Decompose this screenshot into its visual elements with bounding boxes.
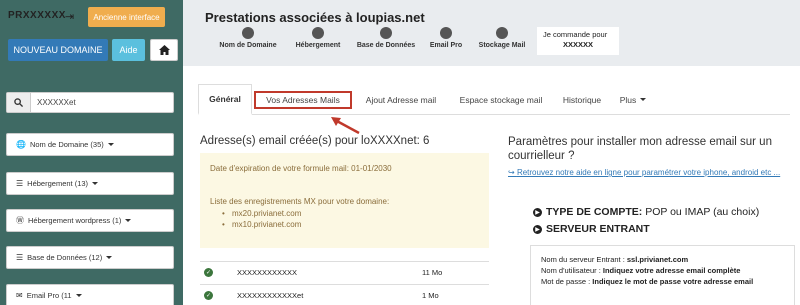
order-label: Je commande pour: [543, 30, 608, 39]
database-icon: [380, 27, 392, 39]
caret-down-icon: [125, 219, 132, 222]
info-box: Date d'expiration de votre formule mail:…: [200, 153, 489, 248]
email-size: 1 Mo: [422, 291, 439, 300]
caret-down-icon: [92, 182, 99, 185]
archive-icon: [496, 27, 508, 39]
arrow-circle-right-icon: ▶: [533, 207, 542, 217]
help-link-text[interactable]: Retrouvez notre aide en ligne pour param…: [517, 168, 780, 177]
help-button[interactable]: Aide: [112, 39, 145, 61]
server-settings-box: Nom du serveur Entrant : ssl.privianet.c…: [530, 245, 795, 305]
sidebar-item-label: Hébergement wordpress (1): [28, 216, 122, 225]
tab-history[interactable]: Historique: [560, 84, 604, 115]
email-count-title: Adresse(s) email créée(s) pour loXXXXnet…: [200, 135, 430, 147]
envelope-icon: [440, 27, 452, 39]
wordpress-icon: Ⓦ: [16, 216, 24, 225]
brand-name: PRXXXXXX: [8, 10, 66, 21]
email-size: 11 Mo: [422, 268, 443, 277]
topnav-email-pro[interactable]: Email Pro: [424, 27, 468, 55]
settings-title: Paramètres pour installer mon adresse em…: [508, 136, 772, 162]
incoming-server: ▶ SERVEUR ENTRANT: [533, 223, 650, 235]
password-label: Mot de passe :: [541, 277, 591, 286]
topnav-label: Hébergement: [295, 42, 341, 49]
topnav-mail-storage[interactable]: Stockage Mail: [472, 27, 532, 55]
caret-down-icon: [75, 294, 82, 297]
topnav-database[interactable]: Base de Données: [350, 27, 422, 55]
new-domain-button[interactable]: NOUVEAU DOMAINE: [8, 39, 108, 61]
username-label: Nom d'utilisateur :: [541, 266, 601, 275]
email-address: XXXXXXXXXXXXet: [237, 291, 304, 300]
account-type-label: TYPE DE COMPTE:: [546, 206, 643, 218]
table-row[interactable]: ✓ XXXXXXXXXXXX 11 Mo: [200, 261, 489, 283]
topnav-domain[interactable]: Nom de Domaine: [214, 27, 282, 55]
password-value: Indiquez le mot de passe votre adresse e…: [592, 277, 754, 286]
server-icon: [312, 27, 324, 39]
external-link-icon: ↪: [508, 168, 517, 177]
topnav-label: Nom de Domaine: [219, 42, 277, 49]
order-target: XXXXXX: [562, 40, 593, 49]
sidebar-item-label: Hébergement (13): [27, 179, 89, 188]
caret-down-icon: [106, 256, 113, 259]
topnav-label: Email Pro: [429, 42, 463, 49]
tab-bar: Général Vos Adresses Mails Ajout Adresse…: [198, 84, 790, 115]
incoming-server-label: SERVEUR ENTRANT: [546, 223, 650, 235]
account-type: ▶ TYPE DE COMPTE: POP ou IMAP (au choix): [533, 206, 759, 218]
mx-list: mx20.privianet.com mx10.privianet.com: [210, 208, 479, 230]
sidebar-item-domain[interactable]: 🌐 Nom de Domaine (35): [6, 133, 174, 156]
search-box[interactable]: XXXXXXet: [6, 92, 174, 113]
server-name-value: ssl.privianet.com: [626, 255, 689, 264]
sidebar-item-label: Base de Données (12): [27, 253, 103, 262]
home-icon: [158, 45, 170, 55]
caret-down-icon: [107, 143, 114, 146]
tab-add-email[interactable]: Ajout Adresse mail: [361, 84, 441, 115]
sidebar-item-label: Nom de Domaine (35): [29, 140, 104, 149]
topnav-label: Stockage Mail: [478, 42, 526, 49]
topnav-hosting[interactable]: Hébergement: [287, 27, 349, 55]
globe-icon: [242, 27, 254, 39]
topnav-label: Base de Données: [356, 42, 416, 49]
logout-icon[interactable]: ⇥: [65, 10, 74, 23]
check-circle-icon: ✓: [204, 268, 213, 277]
email-address: XXXXXXXXXXXX: [237, 268, 298, 277]
tab-more-label: Plus: [619, 94, 637, 105]
page-title: Prestations associées à loupias.net: [205, 10, 425, 25]
tab-email-addresses[interactable]: Vos Adresses Mails: [254, 91, 352, 109]
account-type-value: POP ou IMAP (au choix): [645, 206, 760, 218]
old-interface-button[interactable]: Ancienne interface: [88, 7, 165, 27]
server-name-label: Nom du serveur Entrant :: [541, 255, 625, 264]
tab-general[interactable]: Général: [198, 84, 252, 115]
home-button[interactable]: [150, 39, 178, 61]
mx-record: mx10.privianet.com: [210, 219, 479, 230]
mx-title: Liste des enregistrements MX pour votre …: [210, 197, 390, 206]
envelope-icon: ✉: [16, 291, 23, 300]
pointer-arrow-icon: [331, 117, 360, 134]
server-icon: ☰: [16, 179, 24, 188]
check-circle-icon: ✓: [204, 291, 213, 300]
order-for-select[interactable]: Je commande pour XXXXXX: [537, 27, 619, 55]
search-icon[interactable]: [7, 93, 31, 112]
sidebar: PRXXXXXX ⇥ Ancienne interface NOUVEAU DO…: [0, 0, 183, 305]
help-link[interactable]: ↪ Retrouvez notre aide en ligne pour par…: [508, 167, 793, 178]
expiry-text: Date d'expiration de votre formule mail:…: [210, 164, 392, 173]
sidebar-item-hosting[interactable]: ☰ Hébergement (13): [6, 172, 174, 195]
tab-more[interactable]: Plus: [616, 84, 650, 115]
sidebar-item-label: Email Pro (11: [26, 291, 72, 300]
username-value: Indiquez votre adresse email complète: [602, 266, 741, 275]
caret-down-icon: [640, 98, 647, 101]
database-icon: ☰: [16, 253, 24, 262]
tab-mail-storage[interactable]: Espace stockage mail: [454, 84, 548, 115]
sidebar-item-wordpress[interactable]: Ⓦ Hébergement wordpress (1): [6, 209, 174, 232]
sidebar-item-database[interactable]: ☰ Base de Données (12): [6, 246, 174, 269]
arrow-circle-right-icon: ▶: [533, 224, 542, 234]
table-row[interactable]: ✓ XXXXXXXXXXXXet 1 Mo: [200, 284, 489, 305]
sidebar-item-email-pro[interactable]: ✉ Email Pro (11: [6, 284, 174, 305]
globe-icon: 🌐: [16, 140, 26, 149]
search-input[interactable]: XXXXXXet: [31, 93, 76, 112]
mx-record: mx20.privianet.com: [210, 208, 479, 219]
